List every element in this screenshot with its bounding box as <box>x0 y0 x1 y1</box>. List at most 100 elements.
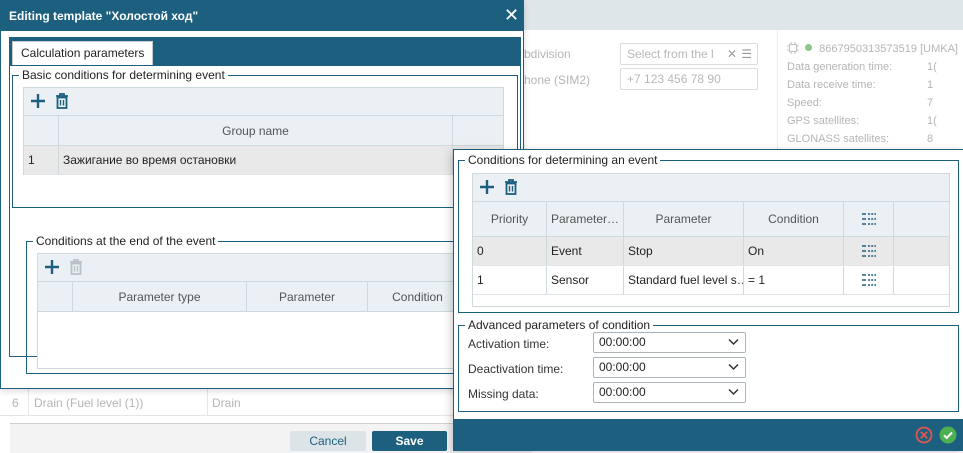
deactivation-time-label: Deactivation time: <box>468 362 564 376</box>
grid-header: Parameter type Parameter Condition <box>38 282 517 312</box>
tab-bar: Calculation parameters <box>9 37 521 65</box>
cell-parameter-type: Sensor <box>547 266 624 294</box>
device-info-panel: 8667950313573519 [UMKA] Data generation … <box>777 30 963 150</box>
row-number: 1 <box>24 146 59 174</box>
add-icon[interactable] <box>29 92 47 110</box>
column-header-condition[interactable]: Condition <box>744 202 844 236</box>
background-table-row[interactable]: 6 Drain (Fuel level (1)) Drain <box>0 389 453 416</box>
column-divider <box>28 389 29 415</box>
column-settings[interactable] <box>844 202 894 236</box>
row-number: 6 <box>12 396 19 410</box>
cell-parameter: Stop <box>624 237 744 265</box>
row-name: Drain (Fuel level (1)) <box>34 396 144 410</box>
table-row[interactable]: 1 Sensor Standard fuel level s… = 1 <box>473 266 949 295</box>
column-header-group-name[interactable]: Group name <box>59 116 453 145</box>
list-icon[interactable]: ☰ <box>741 44 752 64</box>
condition-editor-dialog: Conditions for determining an event Prio… <box>453 149 963 451</box>
grid-toolbar <box>473 174 949 202</box>
row-settings[interactable] <box>844 237 894 265</box>
activation-time-label: Activation time: <box>468 337 550 351</box>
dialog-title: Editing template "Холостой ход" <box>9 9 199 23</box>
activation-time-value: 00:00:00 <box>599 335 646 349</box>
cell-condition: = 1 <box>744 266 844 294</box>
clear-icon[interactable]: ✕ <box>727 44 737 64</box>
cell-parameter: Standard fuel level s… <box>624 266 744 294</box>
phone-sim2-label: hone (SIM2) <box>524 73 591 87</box>
chevron-down-icon <box>728 338 739 346</box>
info-label: Data generation time: <box>787 61 893 73</box>
column-header-index <box>24 116 59 145</box>
subdivision-select[interactable]: Select from the l ✕ ☰ <box>620 43 758 65</box>
settings-list-icon[interactable] <box>860 244 878 258</box>
missing-data-value: 00:00:00 <box>599 385 646 399</box>
column-header-parameter-type[interactable]: Parameter… <box>547 202 624 236</box>
column-header-parameter[interactable]: Parameter <box>247 282 368 311</box>
tab-content: Basic conditions for determining event G… <box>9 65 532 453</box>
basic-conditions-legend: Basic conditions for determining event <box>22 68 225 82</box>
info-value: 7 <box>927 97 934 109</box>
cancel-button[interactable]: Cancel <box>290 431 366 451</box>
deactivation-time-value: 00:00:00 <box>599 360 646 374</box>
device-id: 8667950313573519 [UMKA] <box>819 43 958 55</box>
settings-list-icon[interactable] <box>860 273 878 287</box>
basic-conditions-grid: Group name 1 Зажигание во время остановк… <box>23 87 532 374</box>
cell-priority: 0 <box>473 237 547 265</box>
subdivision-placeholder: Select from the l <box>627 47 714 61</box>
cell-parameter-type: Event <box>547 237 624 265</box>
chevron-down-icon <box>728 363 739 371</box>
info-label: Speed: <box>787 97 822 109</box>
info-label: Data receive time: <box>787 79 876 91</box>
info-label: GPS satellites: <box>787 115 860 127</box>
row-type: Drain <box>212 396 241 410</box>
activation-time-select[interactable]: 00:00:00 <box>593 332 746 353</box>
advanced-parameters-legend: Advanced parameters of condition <box>468 318 651 332</box>
subdivision-label: bdivision <box>524 47 571 61</box>
device-id-row: 8667950313573519 [UMKA] <box>787 42 958 55</box>
confirm-circle-icon[interactable] <box>939 426 957 444</box>
info-value: 1( <box>927 115 937 127</box>
add-icon[interactable] <box>43 258 61 276</box>
delete-icon[interactable] <box>502 178 520 196</box>
info-value: 1 <box>927 79 934 91</box>
save-button[interactable]: Save <box>372 431 447 451</box>
add-icon[interactable] <box>478 178 496 196</box>
event-conditions-grid: Priority Parameter… Parameter Condition … <box>472 173 950 307</box>
delete-icon[interactable] <box>53 92 71 110</box>
chevron-down-icon <box>728 388 739 396</box>
cell-priority: 1 <box>473 266 547 294</box>
edit-template-dialog: Editing template "Холостой ход" ✕ Calcul… <box>0 0 963 453</box>
grid-toolbar <box>24 88 503 116</box>
missing-data-label: Missing data: <box>468 387 539 401</box>
column-header-parameter-type[interactable]: Parameter type <box>73 282 247 311</box>
condition-dialog-footer <box>454 419 963 450</box>
grid-header: Group name <box>24 116 503 146</box>
column-header-index <box>38 282 73 311</box>
close-icon[interactable]: ✕ <box>504 5 519 25</box>
info-label: GLONASS satellites: <box>787 133 890 145</box>
row-group-name: Зажигание во время остановки <box>59 146 453 174</box>
cancel-circle-icon[interactable] <box>915 426 933 444</box>
grid-toolbar <box>38 254 517 282</box>
column-header-parameter[interactable]: Parameter <box>624 202 744 236</box>
column-divider <box>207 389 208 415</box>
end-conditions-grid: Parameter type Parameter Condition <box>37 253 518 369</box>
row-settings[interactable] <box>844 266 894 294</box>
column-header-priority[interactable]: Priority <box>473 202 547 236</box>
online-status-dot <box>805 44 813 51</box>
event-conditions-legend: Conditions for determining an event <box>468 153 658 167</box>
phone-sim2-input[interactable]: +7 123 456 78 90 <box>620 68 758 90</box>
info-value: 1( <box>927 61 937 73</box>
table-row[interactable]: 1 Зажигание во время остановки <box>24 146 503 175</box>
grid-header: Priority Parameter… Parameter Condition <box>473 202 949 237</box>
chip-icon <box>787 42 799 54</box>
tab-calculation-parameters[interactable]: Calculation parameters <box>12 41 154 65</box>
settings-list-icon[interactable] <box>860 212 878 226</box>
phone-placeholder: +7 123 456 78 90 <box>627 72 721 86</box>
table-row[interactable]: 0 Event Stop On <box>473 237 949 266</box>
cell-condition: On <box>744 237 844 265</box>
info-value: 8 <box>927 133 934 145</box>
deactivation-time-select[interactable]: 00:00:00 <box>593 357 746 378</box>
missing-data-select[interactable]: 00:00:00 <box>593 382 746 403</box>
end-conditions-legend: Conditions at the end of the event <box>36 234 216 248</box>
delete-icon <box>70 259 82 275</box>
